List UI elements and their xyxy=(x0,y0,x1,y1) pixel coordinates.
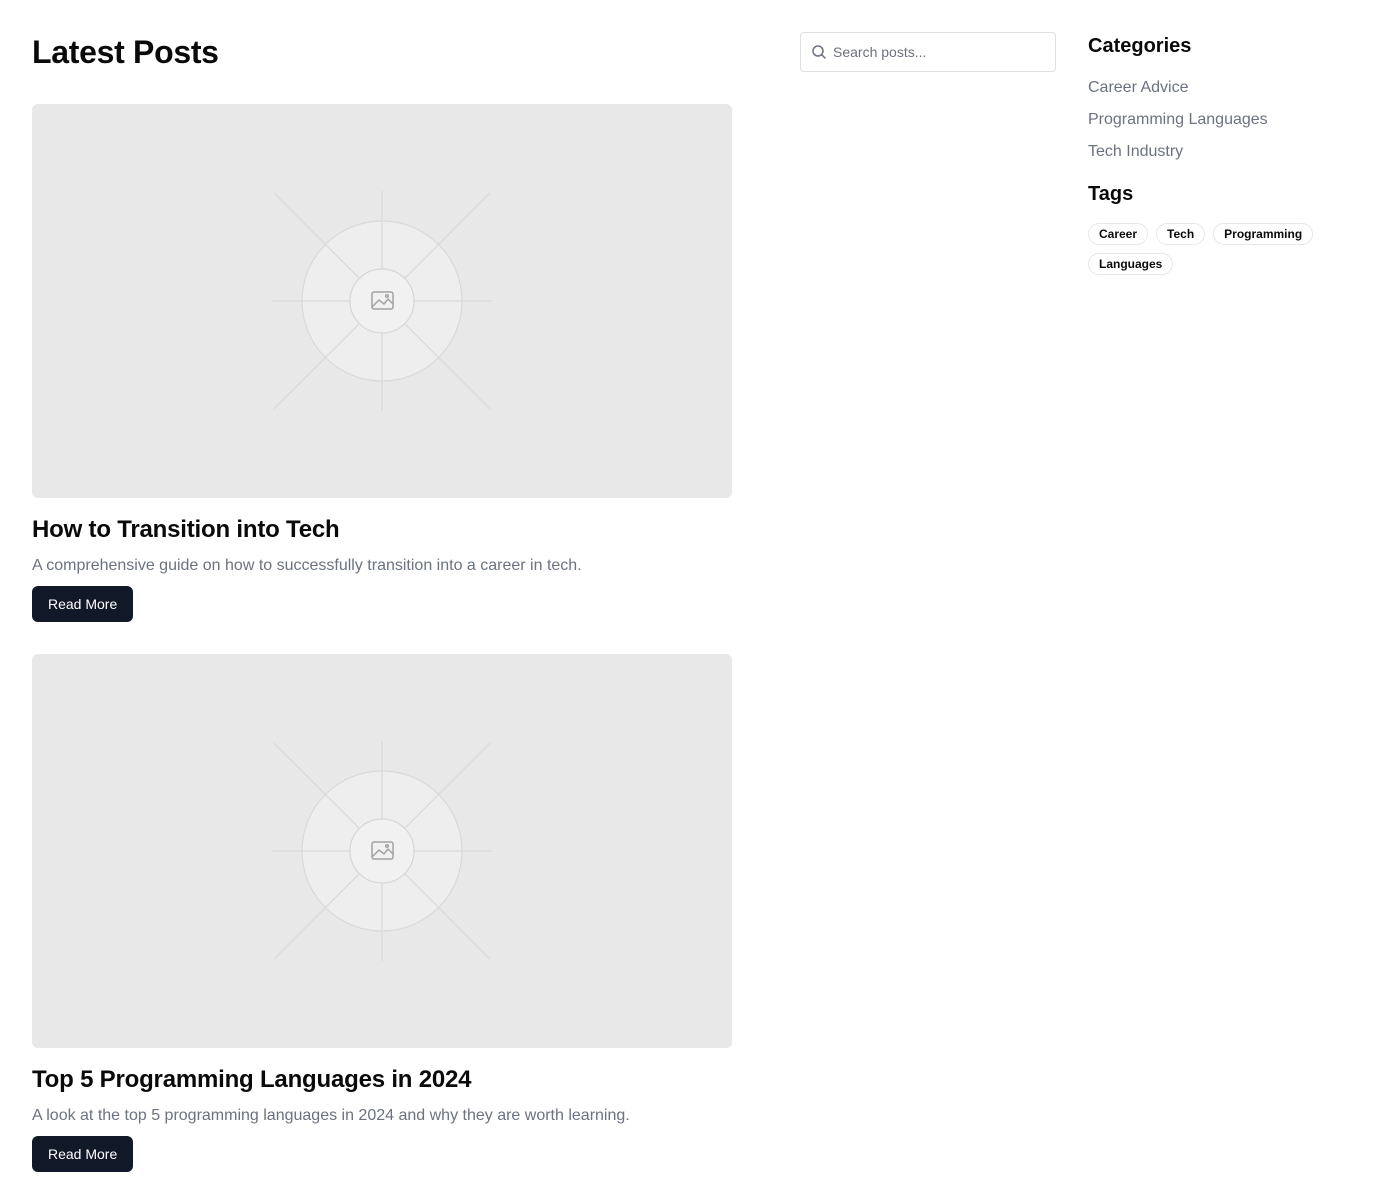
post-title[interactable]: Top 5 Programming Languages in 2024 xyxy=(32,1066,732,1094)
post-thumbnail[interactable] xyxy=(32,104,732,498)
tag-programming[interactable]: Programming xyxy=(1213,223,1314,245)
category-link-programming-languages[interactable]: Programming Languages xyxy=(1088,108,1268,140)
tag-languages[interactable]: Languages xyxy=(1088,253,1174,275)
search-input[interactable] xyxy=(833,33,1048,71)
image-placeholder-icon xyxy=(272,741,492,961)
tag-career[interactable]: Career xyxy=(1088,223,1149,245)
tags-heading: Tags xyxy=(1088,183,1134,205)
tag-list: Career Tech Programming Languages xyxy=(1088,223,1328,275)
categories-heading: Categories xyxy=(1088,35,1192,57)
search-icon xyxy=(812,45,826,59)
post-title[interactable]: How to Transition into Tech xyxy=(32,516,732,544)
post-excerpt: A comprehensive guide on how to successf… xyxy=(32,557,582,574)
read-more-button[interactable]: Read More xyxy=(32,1136,134,1172)
tag-tech[interactable]: Tech xyxy=(1156,223,1206,245)
post-thumbnail[interactable] xyxy=(32,654,732,1048)
page-title: Latest Posts xyxy=(32,34,219,70)
post-excerpt: A look at the top 5 programming language… xyxy=(32,1107,630,1124)
blog-page: Latest Posts How to Transition into Tech… xyxy=(0,0,1376,1204)
post-card: Top 5 Programming Languages in 2024 A lo… xyxy=(32,654,732,1172)
image-placeholder-icon xyxy=(272,191,492,411)
category-link-tech-industry[interactable]: Tech Industry xyxy=(1088,140,1268,172)
post-card: How to Transition into Tech A comprehens… xyxy=(32,104,732,622)
category-link-career-advice[interactable]: Career Advice xyxy=(1088,76,1268,108)
category-list: Career Advice Programming Languages Tech… xyxy=(1088,76,1268,172)
read-more-button[interactable]: Read More xyxy=(32,586,134,622)
search-box xyxy=(800,32,1056,72)
